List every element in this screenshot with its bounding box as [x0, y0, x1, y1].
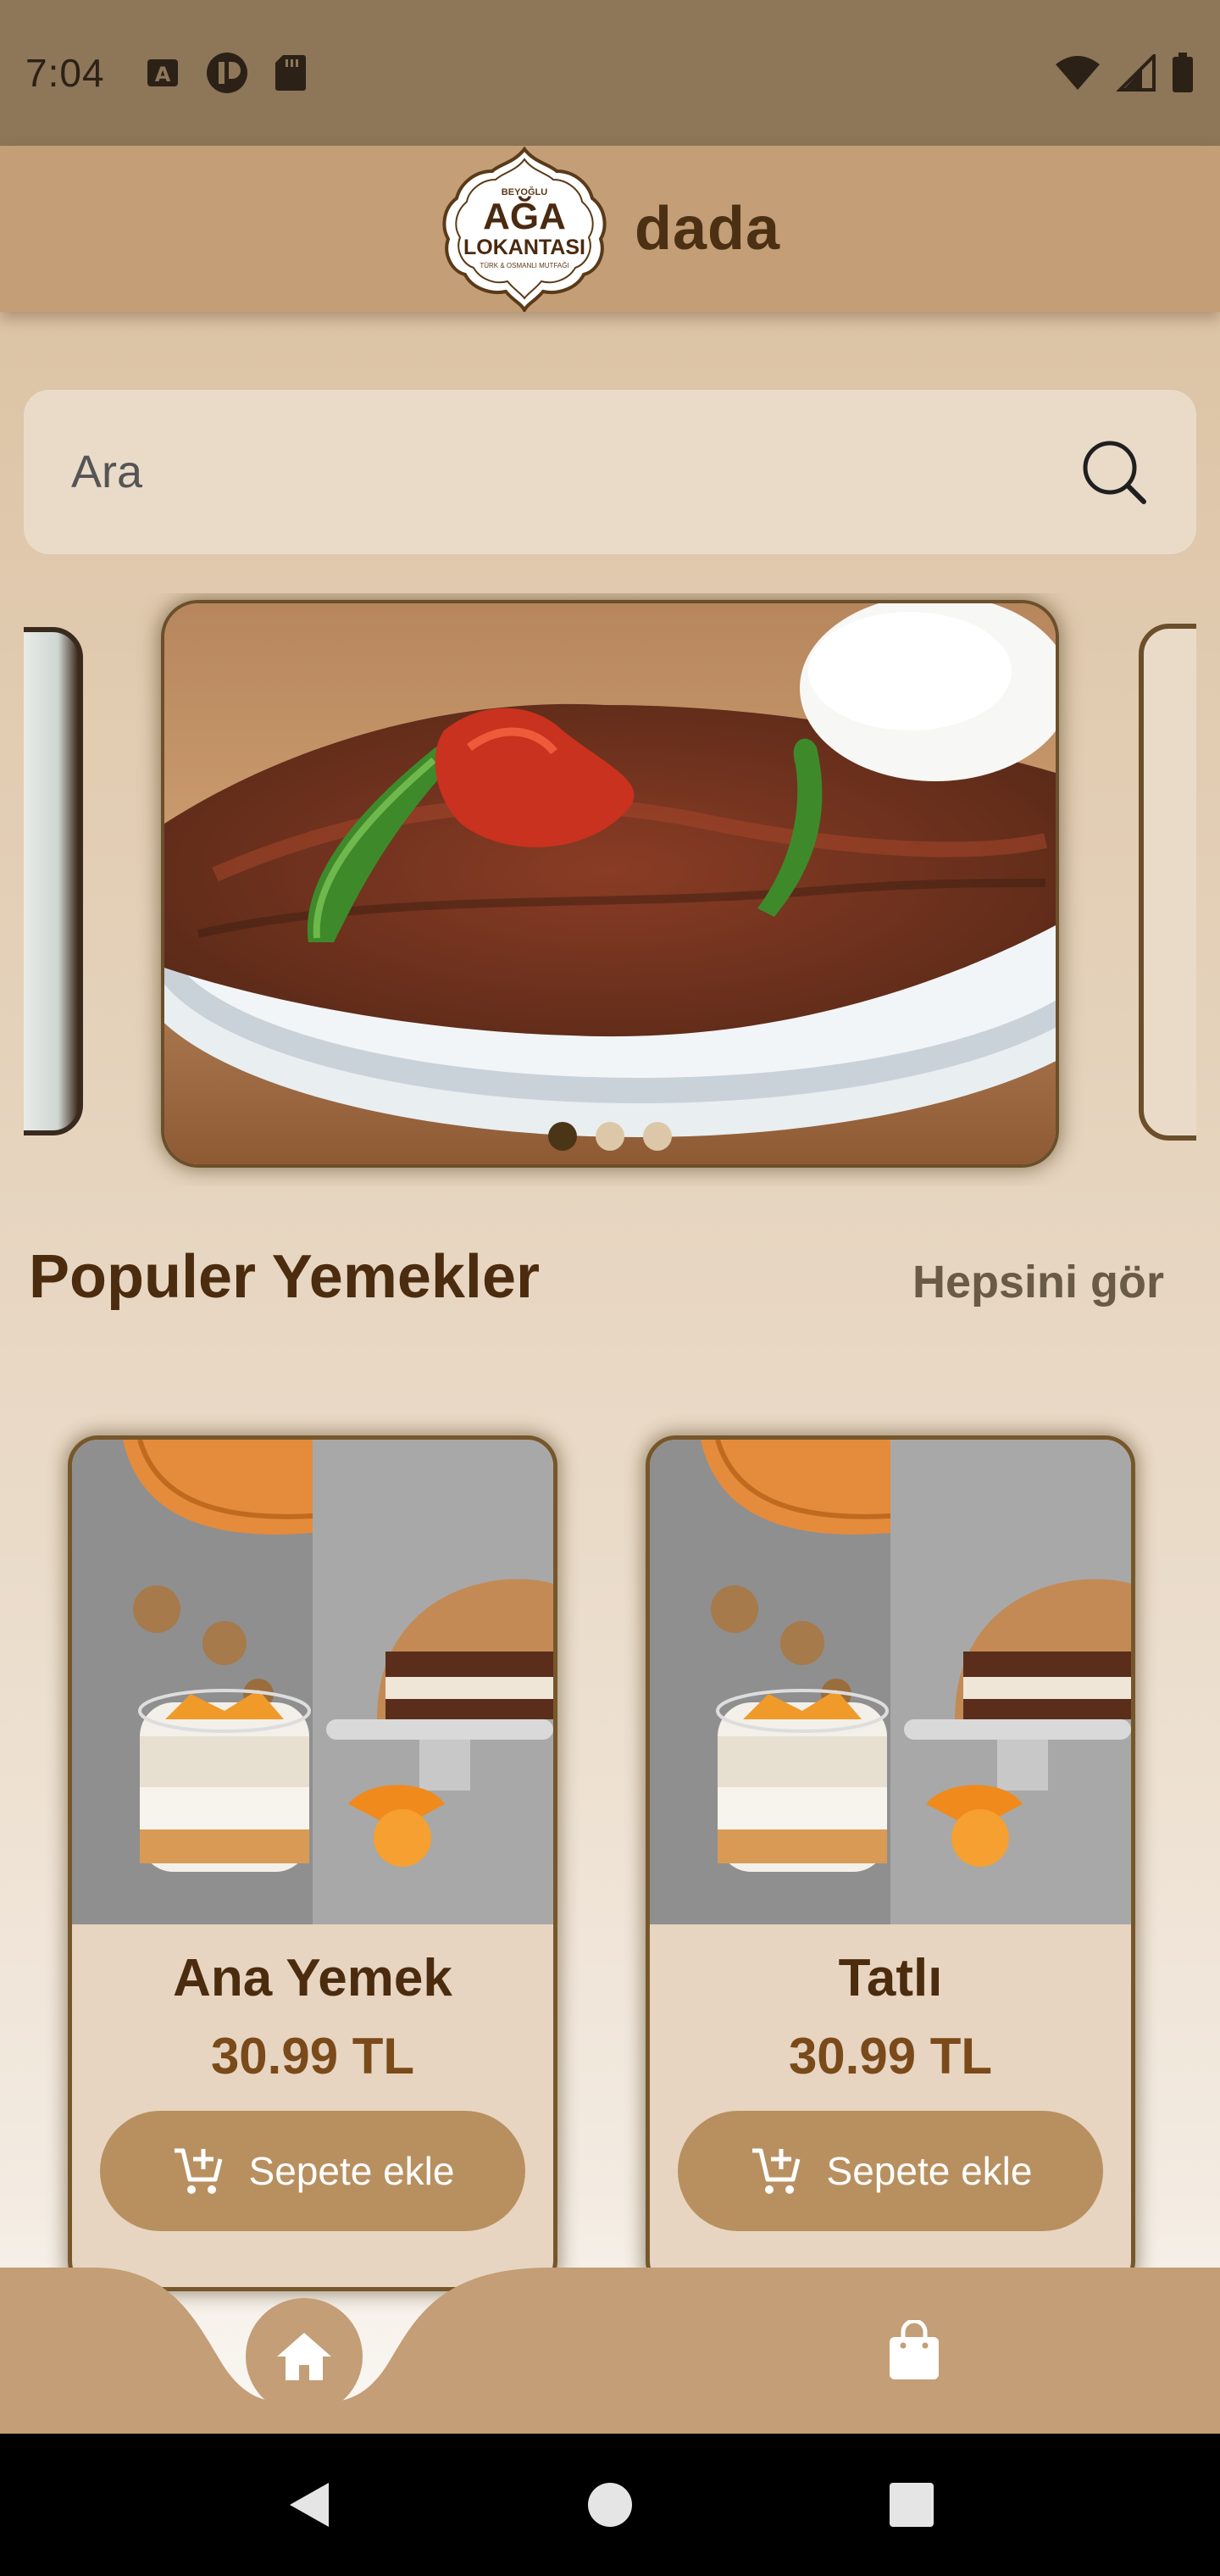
add-to-cart-label: Sepete ekle	[248, 2149, 455, 2193]
product-price: 30.99 TL	[788, 2028, 993, 2085]
popular-section-title: Populer Yemekler	[29, 1243, 540, 1311]
logo-line1: AĞA	[483, 195, 566, 237]
cell-signal-icon	[1117, 54, 1156, 92]
add-to-cart-label: Sepete ekle	[826, 2149, 1033, 2193]
status-bar: 7:04 A	[0, 0, 1220, 146]
vpn-icon	[206, 53, 247, 93]
status-time: 7:04	[25, 51, 105, 95]
add-cart-icon	[174, 2148, 222, 2194]
search-icon[interactable]	[1079, 437, 1149, 507]
carousel-dot-3[interactable]	[643, 1122, 672, 1151]
carousel-slide-active[interactable]	[164, 603, 1056, 1164]
carousel-slide-previous[interactable]	[24, 627, 83, 1135]
battery-icon	[1173, 53, 1193, 92]
add-to-cart-button[interactable]: Sepete ekle	[678, 2111, 1103, 2231]
status-system-icons	[1054, 53, 1195, 93]
text-notification-icon: A	[147, 59, 178, 86]
logo-line2: LOKANTASI	[463, 236, 585, 259]
app-bar: BEYOĞLU AĞA LOKANTASI TÜRK & OSMANLI MUT…	[0, 146, 1220, 312]
see-all-link[interactable]: Hepsini gör	[912, 1256, 1164, 1308]
product-image	[650, 1440, 1131, 1924]
restaurant-logo: BEYOĞLU AĞA LOKANTASI TÜRK & OSMANLI MUT…	[442, 146, 607, 312]
home-circle-icon[interactable]	[586, 2481, 634, 2529]
product-price: 30.99 TL	[210, 2028, 415, 2085]
bottom-navigation	[0, 2268, 1220, 2434]
add-cart-icon	[751, 2148, 800, 2194]
carousel-dot-1[interactable]	[548, 1122, 577, 1151]
nav-home-button[interactable]	[246, 2298, 363, 2415]
product-name: Tatlı	[838, 1949, 943, 2007]
add-to-cart-button[interactable]: Sepete ekle	[100, 2111, 525, 2231]
search-input[interactable]	[71, 446, 1079, 498]
carousel-slide-next[interactable]	[1139, 624, 1196, 1141]
search-bar[interactable]	[24, 390, 1196, 554]
bottom-nav-background	[0, 2268, 1220, 2434]
carousel-dot-2[interactable]	[596, 1122, 624, 1151]
shopping-bag-icon[interactable]	[888, 2320, 940, 2381]
wifi-icon	[1056, 56, 1100, 90]
home-icon	[277, 2333, 331, 2380]
logo-tagline: TÜRK & OSMANLI MUTFAĞI	[480, 262, 568, 269]
iskender-kebab-image	[164, 603, 1056, 1164]
status-notification-icons: A	[146, 51, 307, 95]
image-carousel[interactable]	[24, 593, 1196, 1186]
system-navigation-bar	[0, 2434, 1220, 2576]
svg-text:A: A	[154, 63, 170, 86]
app-title: dada	[634, 195, 781, 263]
back-icon[interactable]	[285, 2479, 332, 2530]
recents-icon[interactable]	[888, 2481, 935, 2529]
product-name: Ana Yemek	[173, 1949, 452, 2007]
sd-card-icon	[274, 55, 306, 91]
product-card[interactable]: Tatlı 30.99 TL Sepete ekle	[646, 1435, 1135, 2291]
carousel-indicator	[164, 1122, 1056, 1151]
product-image	[72, 1440, 553, 1924]
product-card[interactable]: Ana Yemek 30.99 TL Sepete ekle	[68, 1435, 557, 2291]
